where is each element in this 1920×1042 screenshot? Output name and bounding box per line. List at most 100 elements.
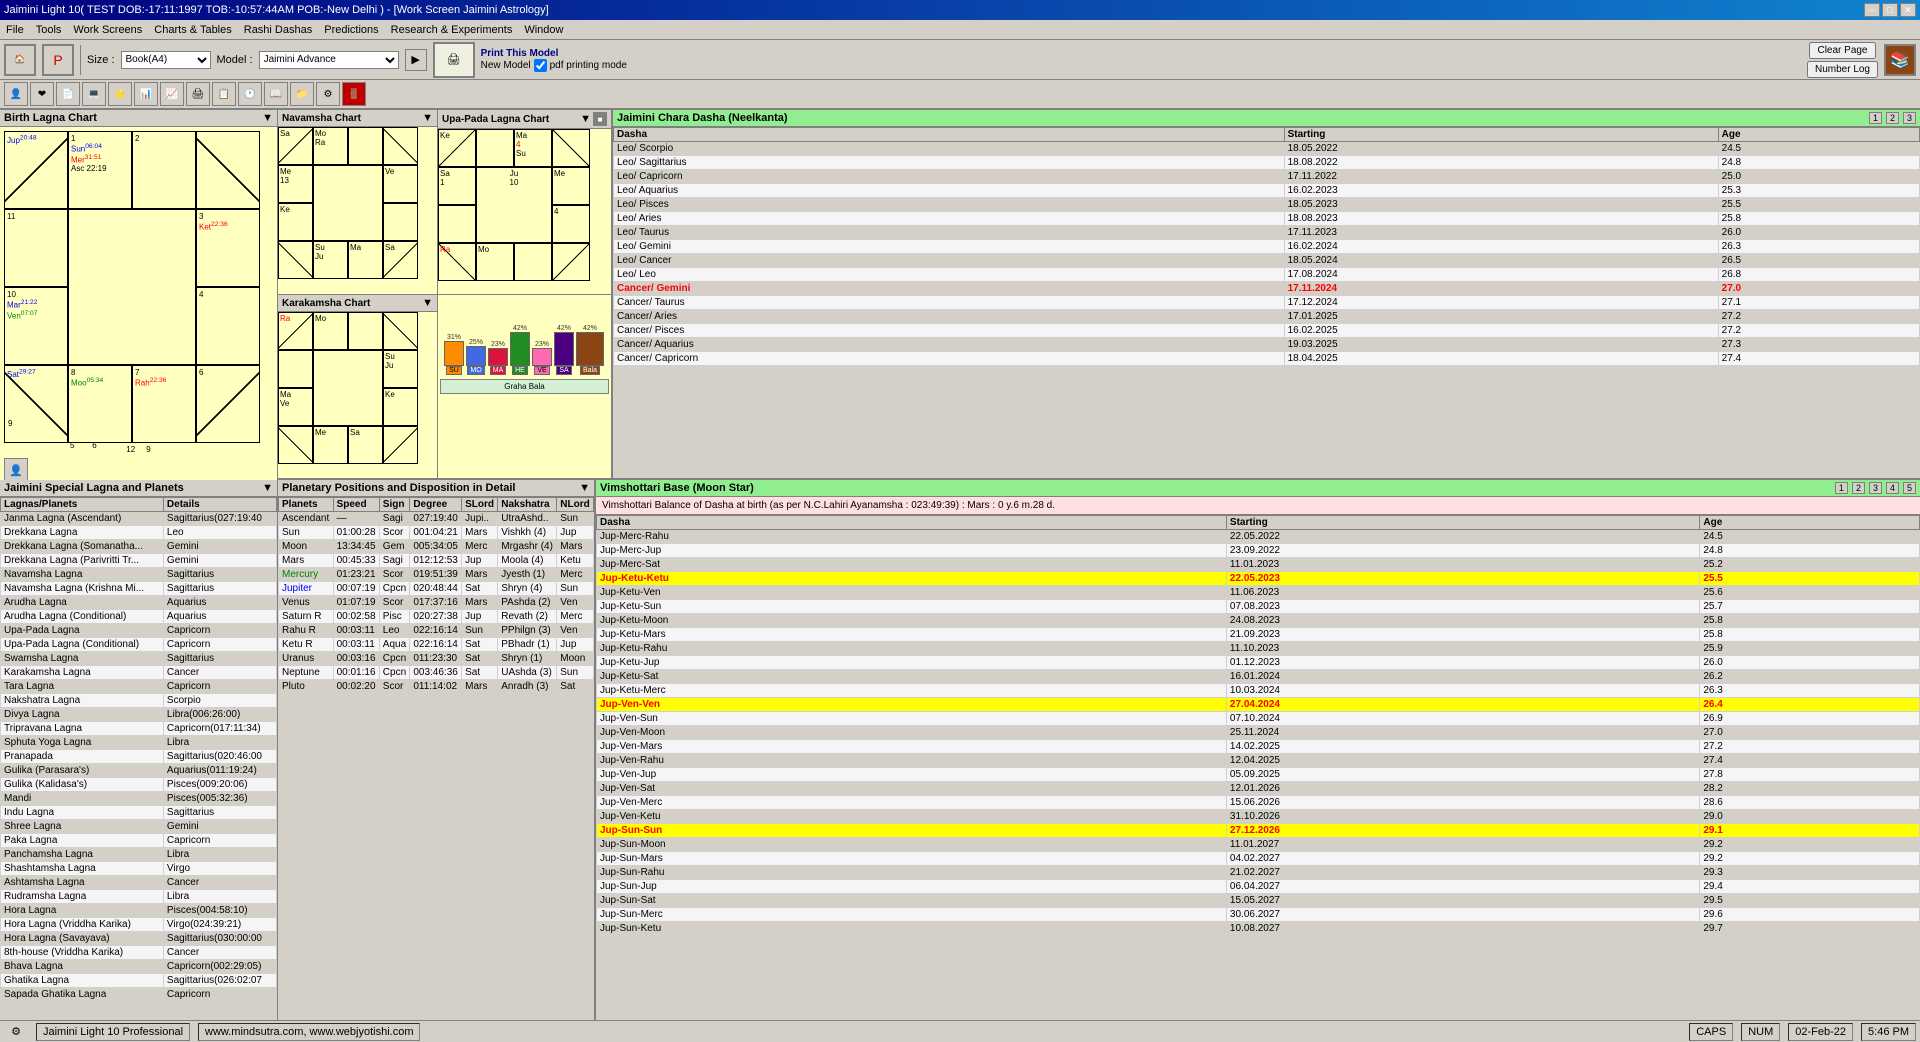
- special-lagna-row[interactable]: Upa-Pada Lagna (Conditional)Capricorn: [1, 638, 277, 652]
- jaimini-dasha-row[interactable]: Leo/ Aries18.08.202325.8: [614, 212, 1920, 226]
- icon-settings[interactable]: ⚙: [316, 82, 340, 106]
- planetary-row[interactable]: Moon13:34:45Gem005:34:05MercMrgashr (4)M…: [279, 540, 594, 554]
- menu-tools[interactable]: Tools: [30, 22, 68, 38]
- vimsh-dasha-row[interactable]: Jup-Ketu-Mars21.09.202325.8: [597, 628, 1920, 642]
- special-lagna-row[interactable]: Hora Lagna (Savayava)Sagittarius(030:00:…: [1, 932, 277, 946]
- icon-book2[interactable]: 📖: [264, 82, 288, 106]
- model-arrow-btn[interactable]: ▶: [405, 49, 427, 71]
- special-lagna-row[interactable]: Tripravana LagnaCapricorn(017:11:34): [1, 722, 277, 736]
- icon-list[interactable]: 📋: [212, 82, 236, 106]
- jaimini-dasha-row[interactable]: Cancer/ Capricorn18.04.202527.4: [614, 352, 1920, 366]
- jaimini-dasha-row[interactable]: Cancer/ Aries17.01.202527.2: [614, 310, 1920, 324]
- icon-print[interactable]: 🖨: [186, 82, 210, 106]
- icon-bar[interactable]: 📈: [160, 82, 184, 106]
- planetary-dropdown[interactable]: ▼: [579, 482, 590, 494]
- vimsh-dasha-row[interactable]: Jup-Ven-Mars14.02.202527.2: [597, 740, 1920, 754]
- special-lagna-row[interactable]: Divya LagnaLibra(006:26:00): [1, 708, 277, 722]
- special-lagna-row[interactable]: Arudha Lagna (Conditional)Aquarius: [1, 610, 277, 624]
- jaimini-nav-2[interactable]: 2: [1886, 112, 1899, 124]
- vimsh-nav-2[interactable]: 2: [1852, 482, 1865, 494]
- vimsh-dasha-row[interactable]: Jup-Ketu-Sat16.01.202426.2: [597, 670, 1920, 684]
- planetary-row[interactable]: Mars00:45:33Sagi012:12:53JupMoola (4)Ket…: [279, 554, 594, 568]
- special-lagna-row[interactable]: Sapada Ghatika LagnaCapricorn: [1, 988, 277, 1002]
- planetary-row[interactable]: Rahu R00:03:11Leo022:16:14SunPPhilgn (3)…: [279, 624, 594, 638]
- vimsh-nav-3[interactable]: 3: [1869, 482, 1882, 494]
- planetary-row[interactable]: Saturn R00:02:58Pisc020:27:38JupRevath (…: [279, 610, 594, 624]
- special-lagna-row[interactable]: Tara LagnaCapricorn: [1, 680, 277, 694]
- vimsh-dasha-row[interactable]: Jup-Sun-Jup06.04.202729.4: [597, 880, 1920, 894]
- menu-file[interactable]: File: [0, 22, 30, 38]
- special-lagna-row[interactable]: MandiPisces(005:32:36): [1, 792, 277, 806]
- vimsh-dasha-row[interactable]: Jup-Ven-Ketu31.10.202629.0: [597, 810, 1920, 824]
- jaimini-dasha-row[interactable]: Leo/ Pisces18.05.202325.5: [614, 198, 1920, 212]
- pdf-checkbox[interactable]: [534, 59, 547, 72]
- jaimini-dasha-row[interactable]: Cancer/ Aquarius19.03.202527.3: [614, 338, 1920, 352]
- special-lagna-row[interactable]: Rudramsha LagnaLibra: [1, 890, 277, 904]
- navamsha-dropdown[interactable]: ▼: [422, 112, 433, 124]
- special-lagna-row[interactable]: PranapadaSagittarius(020:46:00: [1, 750, 277, 764]
- vimsh-dasha-row[interactable]: Jup-Sun-Rahu21.02.202729.3: [597, 866, 1920, 880]
- upapada-dropdown[interactable]: ▼: [580, 113, 591, 125]
- icon-exit[interactable]: 🚪: [342, 82, 366, 106]
- special-lagna-row[interactable]: Hora Lagna (Vriddha Karika)Virgo(024:39:…: [1, 918, 277, 932]
- vimsh-dasha-row[interactable]: Jup-Ketu-Jup01.12.202326.0: [597, 656, 1920, 670]
- menu-workscreens[interactable]: Work Screens: [67, 22, 148, 38]
- book-icon[interactable]: 📚: [1884, 44, 1916, 76]
- vimsh-dasha-row[interactable]: Jup-Sun-Moon11.01.202729.2: [597, 838, 1920, 852]
- minimize-button[interactable]: −: [1864, 3, 1880, 17]
- jaimini-dasha-row[interactable]: Cancer/ Taurus17.12.202427.1: [614, 296, 1920, 310]
- icon-computer[interactable]: 💻: [82, 82, 106, 106]
- special-lagna-row[interactable]: Indu LagnaSagittarius: [1, 806, 277, 820]
- vimsh-dasha-row[interactable]: Jup-Merc-Rahu22.05.202224.5: [597, 530, 1920, 544]
- vimsh-dasha-row[interactable]: Jup-Merc-Sat11.01.202325.2: [597, 558, 1920, 572]
- jaimini-dasha-row[interactable]: Leo/ Leo17.08.202426.8: [614, 268, 1920, 282]
- planetary-row[interactable]: Uranus00:03:16Cpcn011:23:30SatShryn (1)M…: [279, 652, 594, 666]
- vimsh-dasha-row[interactable]: Jup-Sun-Sat15.05.202729.5: [597, 894, 1920, 908]
- jaimini-nav-3[interactable]: 3: [1903, 112, 1916, 124]
- jaimini-dasha-row[interactable]: Cancer/ Pisces16.02.202527.2: [614, 324, 1920, 338]
- toolbar-icon-1[interactable]: 🏠: [4, 44, 36, 76]
- birth-lagna-dropdown[interactable]: ▼: [262, 112, 273, 124]
- special-lagna-row[interactable]: Drekkana Lagna (Somanatha...Gemini: [1, 540, 277, 554]
- vimsh-dasha-row[interactable]: Jup-Ketu-Ketu22.05.202325.5: [597, 572, 1920, 586]
- menu-rashi[interactable]: Rashi Dashas: [238, 22, 318, 38]
- vimsh-nav-5[interactable]: 5: [1903, 482, 1916, 494]
- vimsh-nav-1[interactable]: 1: [1835, 482, 1848, 494]
- special-lagna-row[interactable]: Paka LagnaCapricorn: [1, 834, 277, 848]
- vimsh-nav-4[interactable]: 4: [1886, 482, 1899, 494]
- jaimini-dasha-table-container[interactable]: Dasha Starting Age Leo/ Scorpio18.05.202…: [613, 127, 1920, 478]
- jaimini-dasha-row[interactable]: Leo/ Cancer18.05.202426.5: [614, 254, 1920, 268]
- special-lagna-row[interactable]: Navamsha Lagna (Krishna Mi...Sagittarius: [1, 582, 277, 596]
- vimsh-dasha-row[interactable]: Jup-Ven-Rahu12.04.202527.4: [597, 754, 1920, 768]
- planetary-row[interactable]: Jupiter00:07:19Cpcn020:48:44SatShryn (4)…: [279, 582, 594, 596]
- planetary-row[interactable]: Mercury01:23:21Scor019:51:39MarsJyesth (…: [279, 568, 594, 582]
- vimsh-dasha-row[interactable]: Jup-Ketu-Rahu11.10.202325.9: [597, 642, 1920, 656]
- icon-person[interactable]: 👤: [4, 82, 28, 106]
- vimsh-dasha-row[interactable]: Jup-Ketu-Ven11.06.202325.6: [597, 586, 1920, 600]
- icon-chart[interactable]: 📊: [134, 82, 158, 106]
- planetary-row[interactable]: Sun01:00:28Scor001:04:21MarsVishkh (4)Ju…: [279, 526, 594, 540]
- icon-doc[interactable]: 📄: [56, 82, 80, 106]
- jaimini-dasha-row[interactable]: Leo/ Taurus17.11.202326.0: [614, 226, 1920, 240]
- special-lagnas-table-container[interactable]: Lagnas/Planets Details Janma Lagna (Asce…: [0, 497, 277, 1020]
- jaimini-dasha-row[interactable]: Leo/ Aquarius16.02.202325.3: [614, 184, 1920, 198]
- special-lagna-row[interactable]: Arudha LagnaAquarius: [1, 596, 277, 610]
- special-lagna-row[interactable]: Sphuta Yoga LagnaLibra: [1, 736, 277, 750]
- planetary-table-container[interactable]: Planets Speed Sign Degree SLord Nakshatr…: [278, 497, 594, 1020]
- special-lagna-row[interactable]: Karakamsha LagnaCancer: [1, 666, 277, 680]
- vimsh-table-container[interactable]: Dasha Starting Age Jup-Merc-Rahu22.05.20…: [596, 515, 1920, 1020]
- size-select[interactable]: Book(A4): [121, 51, 211, 69]
- special-lagna-row[interactable]: Drekkana Lagna (Parivritti Tr...Gemini: [1, 554, 277, 568]
- special-lagna-row[interactable]: Janma Lagna (Ascendant)Sagittarius(027:1…: [1, 512, 277, 526]
- icon-folder[interactable]: 📁: [290, 82, 314, 106]
- icon-clock[interactable]: 🕐: [238, 82, 262, 106]
- special-lagna-row[interactable]: Bhava LagnaCapricorn(002:29:05): [1, 960, 277, 974]
- vimsh-dasha-row[interactable]: Jup-Sun-Sun27.12.202629.1: [597, 824, 1920, 838]
- special-lagna-row[interactable]: Navamsha LagnaSagittarius: [1, 568, 277, 582]
- vimsh-dasha-row[interactable]: Jup-Sun-Merc30.06.202729.6: [597, 908, 1920, 922]
- toolbar-icon-p[interactable]: P: [42, 44, 74, 76]
- planetary-row[interactable]: Ketu R00:03:11Aqua022:16:14SatPBhadr (1)…: [279, 638, 594, 652]
- number-log-btn[interactable]: Number Log: [1807, 61, 1878, 78]
- planetary-row[interactable]: Pluto00:02:20Scor011:14:02MarsAnradh (3)…: [279, 680, 594, 694]
- menu-research[interactable]: Research & Experiments: [385, 22, 519, 38]
